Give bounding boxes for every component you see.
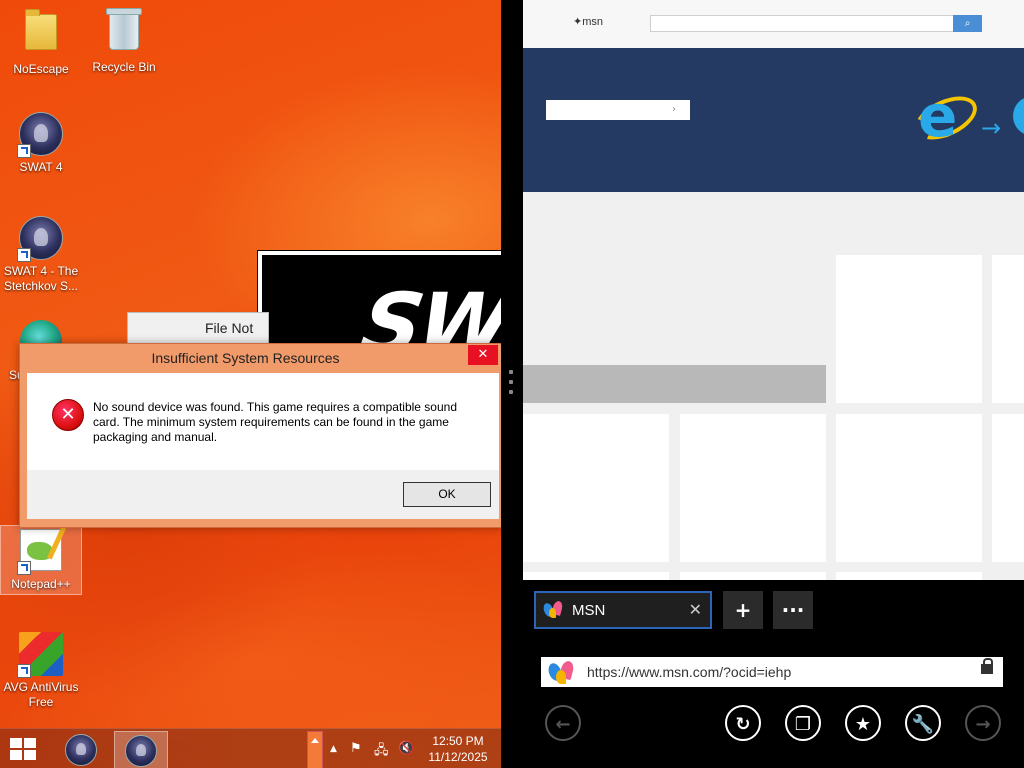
- content-tile[interactable]: [836, 414, 982, 562]
- desktop-icon-recycle-bin[interactable]: Recycle Bin: [84, 8, 164, 75]
- shortcut-arrow-icon: [17, 144, 31, 158]
- start-button[interactable]: [8, 738, 38, 762]
- dialog-message: No sound device was found. This game req…: [93, 400, 457, 444]
- swat-game-icon: [65, 734, 97, 766]
- tab-msn[interactable]: MSN ✕: [534, 591, 712, 629]
- ie-logo-icon: e: [908, 86, 984, 149]
- splitter-grip[interactable]: [509, 370, 513, 400]
- desktop-icon-label: AVG AntiVirus Free: [3, 680, 79, 709]
- tools-icon[interactable]: 🔧: [905, 705, 941, 741]
- msn-logo-text: msn: [582, 16, 603, 28]
- address-bar[interactable]: https://www.msn.com/?ocid=iehp: [541, 657, 1003, 687]
- swat-game-icon: [17, 112, 63, 158]
- butterfly-icon: ✦: [573, 16, 583, 28]
- shortcut-arrow-icon: [17, 248, 31, 262]
- desktop: NoEscape Recycle Bin SWAT 4 SWAT 4 - The…: [0, 0, 501, 768]
- desktop-icon-label: SWAT 4: [19, 160, 63, 174]
- snap-splitter[interactable]: [501, 0, 523, 768]
- desktop-icon-avg[interactable]: AVG AntiVirus Free: [1, 632, 81, 710]
- search-button[interactable]: ⌕: [953, 15, 982, 32]
- tab-close-button[interactable]: ✕: [689, 600, 702, 619]
- swat-game-icon: [125, 735, 157, 767]
- desktop-icon-swat4-stetchkov[interactable]: SWAT 4 - The Stetchkov S...: [1, 216, 81, 294]
- content-tile[interactable]: [680, 414, 826, 562]
- error-dialog: Insufficient System Resources ✕ ✕ No sou…: [19, 343, 501, 528]
- banner-button[interactable]: ›: [546, 100, 690, 120]
- desktop-icon-noescape[interactable]: NoEscape: [1, 8, 81, 77]
- content-tile[interactable]: [992, 414, 1024, 562]
- ok-button[interactable]: OK: [403, 482, 491, 507]
- arrow-right-icon: →: [981, 114, 1002, 142]
- favorites-icon[interactable]: ★: [845, 705, 881, 741]
- file-not-found-window[interactable]: File Not: [127, 312, 269, 346]
- desktop-icon-label: Notepad++: [11, 577, 71, 591]
- browser-app: ✦msn ⌕ › e → MSN ✕ + ··· https://www.msn…: [523, 0, 1024, 768]
- tabs-icon[interactable]: ❐: [785, 705, 821, 741]
- taskbar-swat-button[interactable]: [55, 731, 107, 767]
- content-tile[interactable]: [836, 255, 982, 403]
- search-input[interactable]: [650, 15, 954, 32]
- file-not-found-title: File Not: [205, 320, 254, 336]
- taskbar: ▲ ⚑ 🖧 🔇 12:50 PM 11/12/2025: [0, 728, 501, 768]
- chevron-up-icon[interactable]: ▲: [330, 744, 337, 754]
- dialog-titlebar[interactable]: Insufficient System Resources ✕: [20, 344, 501, 373]
- address-text[interactable]: https://www.msn.com/?ocid=iehp: [587, 664, 791, 680]
- avg-antivirus-icon: [17, 632, 63, 678]
- browser-app-bar: MSN ✕ + ··· https://www.msn.com/?ocid=ie…: [523, 580, 1024, 768]
- lock-icon[interactable]: [981, 658, 993, 674]
- msn-favicon-icon: [546, 659, 577, 686]
- shortcut-arrow-icon: [17, 664, 31, 678]
- dialog-footer: OK: [27, 470, 499, 519]
- swat-game-icon: [17, 216, 63, 262]
- close-button[interactable]: ✕: [468, 345, 498, 365]
- dialog-title: Insufficient System Resources: [151, 350, 340, 366]
- desktop-icon-label: SWAT 4 - The Stetchkov S...: [3, 264, 79, 293]
- content-tile[interactable]: [992, 255, 1024, 403]
- clock-time: 12:50 PM: [432, 734, 484, 748]
- desktop-icon-swat4[interactable]: SWAT 4: [1, 112, 81, 175]
- network-icon[interactable]: 🖧: [374, 741, 389, 763]
- desktop-icon-notepadpp[interactable]: Notepad++: [0, 525, 82, 595]
- upgrade-banner: › e →: [523, 48, 1024, 192]
- dialog-body: ✕ No sound device was found. This game r…: [27, 373, 499, 470]
- error-icon: ✕: [52, 399, 84, 431]
- msn-header: ✦msn ⌕: [523, 0, 1024, 48]
- back-icon[interactable]: ←: [545, 705, 581, 741]
- desktop-icon-label: Recycle Bin: [92, 60, 156, 74]
- speaker-muted-icon[interactable]: 🔇: [398, 741, 414, 756]
- taskbar-swat-active-button[interactable]: [114, 731, 168, 768]
- content-tile[interactable]: [523, 414, 669, 562]
- recycle-bin-icon: [102, 8, 146, 56]
- notepadpp-icon: [17, 529, 63, 575]
- flag-icon[interactable]: ⚑: [350, 741, 362, 756]
- folder-icon: [19, 9, 63, 58]
- tab-title: MSN: [572, 602, 606, 619]
- content-placeholder-bar: [523, 365, 826, 403]
- msn-logo[interactable]: ✦msn: [573, 15, 603, 28]
- tab-options-button[interactable]: ···: [773, 591, 813, 629]
- edge-logo-icon: [1013, 96, 1024, 136]
- shortcut-arrow-icon: [17, 561, 31, 575]
- clock-date: 11/12/2025: [428, 750, 488, 764]
- new-tab-button[interactable]: +: [723, 591, 763, 629]
- taskbar-clock[interactable]: 12:50 PM 11/12/2025: [420, 733, 496, 765]
- taskbar-overflow-button[interactable]: [307, 731, 323, 768]
- desktop-icon-label: NoEscape: [13, 62, 69, 76]
- forward-icon[interactable]: →: [965, 705, 1001, 741]
- msn-favicon-icon: [541, 600, 564, 621]
- refresh-icon[interactable]: ↻: [725, 705, 761, 741]
